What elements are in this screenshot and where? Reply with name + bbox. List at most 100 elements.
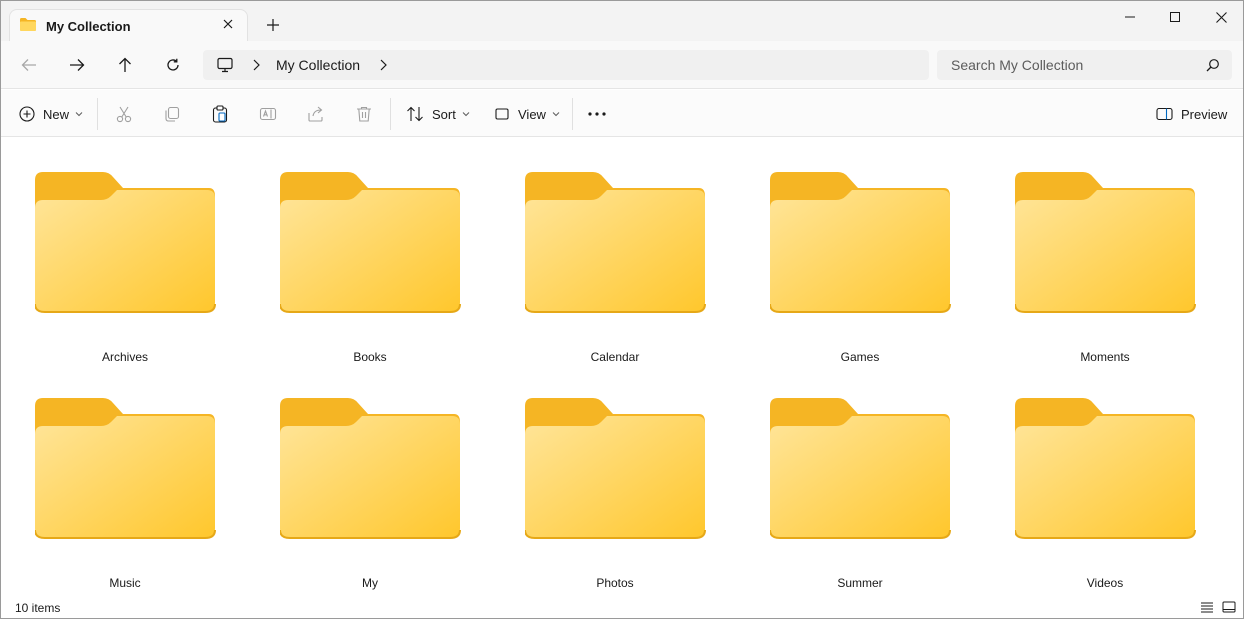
new-label: New (43, 106, 70, 122)
view-icon (495, 108, 509, 120)
plus-circle-icon (19, 106, 35, 122)
refresh-icon (167, 58, 179, 71)
preview-button[interactable]: Preview (1156, 101, 1227, 127)
folder-item[interactable]: Books (258, 138, 461, 364)
plus-icon (267, 19, 279, 31)
folder-icon (35, 398, 216, 539)
preview-label: Preview (1181, 106, 1228, 122)
close-icon (223, 19, 233, 29)
item-count: 10 items (15, 601, 61, 615)
paste-button[interactable] (211, 101, 229, 127)
arrow-right-icon (70, 59, 85, 71)
divider (97, 98, 98, 130)
details-view-icon (1201, 602, 1213, 613)
delete-button[interactable] (355, 101, 373, 127)
folder-item[interactable]: Calendar (503, 138, 706, 364)
breadcrumb-item[interactable]: My Collection (276, 57, 360, 73)
file-explorer-window: My Collection My Collection Search My Co… (0, 0, 1244, 619)
sort-label: Sort (432, 106, 456, 122)
maximize-icon (1170, 12, 1180, 22)
clipboard-icon (212, 105, 228, 123)
chevron-down-icon (462, 112, 470, 117)
scissors-icon (116, 106, 132, 123)
close-tab-button[interactable] (219, 15, 237, 33)
close-icon (1215, 11, 1227, 23)
folder-name: Archives (101, 350, 148, 364)
details-view-button[interactable] (1199, 600, 1215, 614)
folder-name: Games (840, 350, 880, 364)
new-button[interactable]: New (19, 101, 83, 127)
address-bar[interactable]: My Collection (203, 50, 929, 80)
maximize-button[interactable] (1152, 5, 1198, 29)
folder-icon (280, 172, 461, 313)
folder-name: Moments (1080, 350, 1130, 364)
folder-item[interactable]: Games (748, 138, 951, 364)
folder-icon (770, 398, 951, 539)
title-bar: My Collection (1, 1, 1243, 41)
folder-icon (525, 172, 706, 313)
rename-icon (259, 107, 277, 121)
copy-icon (165, 106, 180, 122)
close-window-button[interactable] (1198, 5, 1243, 29)
folder-name: Music (109, 576, 141, 590)
up-button[interactable] (111, 53, 139, 77)
folder-icon (770, 172, 951, 313)
folder-item[interactable]: Archives (13, 138, 216, 364)
share-icon (308, 106, 323, 122)
folder-item[interactable]: Videos (993, 364, 1196, 590)
tab-title: My Collection (46, 19, 131, 34)
tiles-view-icon (1222, 601, 1236, 613)
chevron-down-icon (552, 112, 560, 117)
folder-item[interactable]: Moments (993, 138, 1196, 364)
search-icon (1206, 59, 1219, 72)
folder-name: Calendar (590, 350, 640, 364)
monitor-icon (217, 57, 233, 73)
back-button[interactable] (15, 53, 43, 77)
folder-grid: Archives Books Calendar Games Moments Music My… (1, 138, 1243, 594)
search-input[interactable]: Search My Collection (951, 57, 1083, 73)
folder-icon (20, 18, 36, 31)
chevron-right-icon[interactable] (251, 58, 261, 72)
arrow-up-icon (119, 57, 131, 72)
command-bar: New Sort View Preview (1, 90, 1243, 137)
copy-button[interactable] (163, 101, 181, 127)
tiles-view-button[interactable] (1221, 600, 1237, 614)
arrow-left-icon (21, 59, 36, 71)
more-options-button[interactable] (587, 101, 607, 127)
status-bar: 10 items (1, 595, 1243, 618)
trash-icon (357, 106, 371, 122)
view-button[interactable]: View (494, 101, 560, 127)
folder-icon (280, 398, 461, 539)
minimize-button[interactable] (1107, 5, 1153, 29)
divider (390, 98, 391, 130)
preview-pane-icon (1156, 107, 1173, 121)
new-tab-button[interactable] (263, 15, 283, 35)
folder-icon (1015, 172, 1196, 313)
sort-button[interactable]: Sort (406, 101, 470, 127)
folder-name: My (362, 576, 378, 590)
folder-name: Books (353, 350, 387, 364)
folder-item[interactable]: My (258, 364, 461, 590)
divider (572, 98, 573, 130)
navigation-bar: My Collection Search My Collection (1, 41, 1243, 89)
folder-name: Videos (1086, 576, 1124, 590)
more-icon (588, 112, 606, 116)
folder-icon (35, 172, 216, 313)
rename-button[interactable] (259, 101, 277, 127)
tab-my-collection[interactable]: My Collection (9, 9, 248, 41)
refresh-button[interactable] (159, 53, 187, 77)
folder-icon (525, 398, 706, 539)
folder-item[interactable]: Summer (748, 364, 951, 590)
sort-icon (407, 106, 423, 122)
folder-item[interactable]: Photos (503, 364, 706, 590)
share-button[interactable] (307, 101, 325, 127)
chevron-right-icon[interactable] (378, 58, 388, 72)
forward-button[interactable] (63, 53, 91, 77)
folder-item[interactable]: Music (13, 364, 216, 590)
search-box[interactable]: Search My Collection (937, 50, 1232, 80)
folder-name: Photos (596, 576, 634, 590)
minimize-icon (1125, 16, 1135, 18)
cut-button[interactable] (115, 101, 133, 127)
view-label: View (518, 106, 546, 122)
folder-icon (1015, 398, 1196, 539)
